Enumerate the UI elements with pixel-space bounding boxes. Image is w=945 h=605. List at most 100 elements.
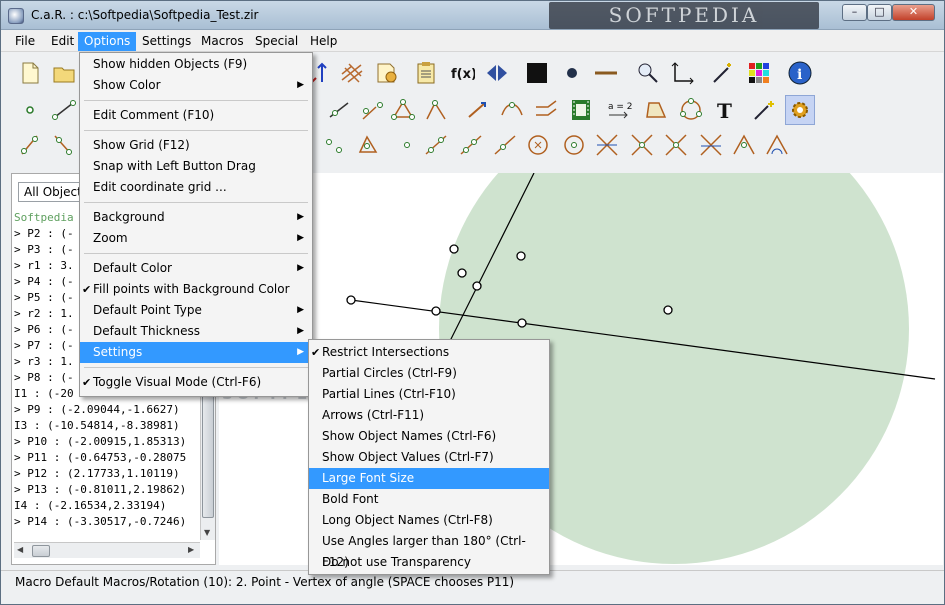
menu-item-show-color[interactable]: Show Color ▶ xyxy=(80,75,312,96)
circle-points-icon[interactable] xyxy=(676,95,706,125)
cross-lines-3-icon[interactable] xyxy=(661,130,691,160)
menu-item-settings[interactable]: Settings ▶ xyxy=(80,342,312,363)
parallel-icon[interactable] xyxy=(531,95,561,125)
menu-item-partial-lines-ctrl-f10[interactable]: Partial Lines (Ctrl-F10) xyxy=(309,384,549,405)
maximize-button[interactable]: □ xyxy=(867,4,892,21)
ray-points-icon[interactable] xyxy=(456,130,486,160)
points-line-icon[interactable] xyxy=(358,95,388,125)
film-icon[interactable] xyxy=(566,95,596,125)
svg-text:a = 2: a = 2 xyxy=(608,102,632,112)
object-list-item[interactable]: > P14 : (-3.30517,-0.7246) xyxy=(14,514,200,530)
flip-icon[interactable] xyxy=(482,58,512,88)
hidden-point-icon[interactable] xyxy=(319,130,349,160)
cross-lines-4-icon[interactable] xyxy=(696,130,726,160)
curve-icon[interactable] xyxy=(497,95,527,125)
scroll-right-icon[interactable]: ▶ xyxy=(188,545,194,554)
menu-item-default-point-type[interactable]: Default Point Type ▶ xyxy=(80,300,312,321)
object-list-item[interactable]: I4 : (-2.16534,2.33194) xyxy=(14,498,200,514)
export-icon[interactable] xyxy=(372,58,402,88)
menu-item-partial-circles-ctrl-f9[interactable]: Partial Circles (Ctrl-F9) xyxy=(309,363,549,384)
triangle-points-icon[interactable] xyxy=(353,130,383,160)
menu-item-zoom[interactable]: Zoom ▶ xyxy=(80,228,312,249)
menu-item-bold-font[interactable]: Bold Font xyxy=(309,489,549,510)
object-list-item[interactable]: > P9 : (-2.09044,-1.6627) xyxy=(14,402,200,418)
menu-item-long-object-names-ctrl-f8[interactable]: Long Object Names (Ctrl-F8) xyxy=(309,510,549,531)
minimize-button[interactable]: – xyxy=(842,4,867,21)
cross-lines-icon[interactable] xyxy=(592,130,622,160)
text-icon[interactable]: T xyxy=(710,95,740,125)
object-list-item[interactable]: I3 : (-10.54814,-8.38981) xyxy=(14,418,200,434)
line-points-icon[interactable] xyxy=(421,130,451,160)
wedge-icon[interactable] xyxy=(421,95,451,125)
menu-item-use-angles-larger-than-180-ctrl-f12[interactable]: Use Angles larger than 180° (Ctrl-F12) xyxy=(309,531,549,569)
quadrilateral-icon[interactable] xyxy=(641,95,671,125)
scroll-left-icon[interactable]: ◀ xyxy=(17,545,23,554)
menu-item-fill-points-with-background-color[interactable]: ✔ Fill points with Background Color xyxy=(80,279,312,300)
wand-icon[interactable] xyxy=(708,58,738,88)
menu-item-show-hidden-objects-f9[interactable]: Show hidden Objects (F9) xyxy=(80,54,312,75)
menu-help[interactable]: Help xyxy=(304,32,343,51)
midpoint-icon[interactable] xyxy=(15,130,45,160)
angle-bisector-icon[interactable] xyxy=(729,130,759,160)
circle-center-2-icon[interactable] xyxy=(559,130,589,160)
angle-mark-icon[interactable] xyxy=(762,130,792,160)
point-style-icon[interactable] xyxy=(557,58,587,88)
line-style-icon[interactable] xyxy=(591,58,621,88)
menu-item-default-thickness[interactable]: Default Thickness ▶ xyxy=(80,321,312,342)
color-palette-icon[interactable] xyxy=(744,58,774,88)
axes-icon[interactable] xyxy=(667,58,697,88)
object-list-item[interactable]: > P13 : (-0.81011,2.19862) xyxy=(14,482,200,498)
vertical-scroll-thumb[interactable] xyxy=(202,394,214,518)
app-icon xyxy=(8,8,24,24)
menu-macros[interactable]: Macros xyxy=(195,32,250,51)
menu-item-show-object-names-ctrl-f6[interactable]: Show Object Names (Ctrl-F6) xyxy=(309,426,549,447)
menu-special[interactable]: Special xyxy=(249,32,304,51)
magic-wand-icon[interactable] xyxy=(749,95,779,125)
ray-icon[interactable] xyxy=(463,95,493,125)
menu-file[interactable]: File xyxy=(9,32,41,51)
angle-tool-icon[interactable] xyxy=(388,95,418,125)
menu-item-toggle-visual-mode-ctrl-f6[interactable]: ✔ Toggle Visual Mode (Ctrl-F6) xyxy=(80,372,312,393)
black-square-icon[interactable] xyxy=(522,58,552,88)
menu-item-arrows-ctrl-f11[interactable]: Arrows (Ctrl-F11) xyxy=(309,405,549,426)
open-folder-icon[interactable] xyxy=(49,58,79,88)
menu-item-show-grid-f12[interactable]: Show Grid (F12) xyxy=(80,135,312,156)
line-segment-icon[interactable] xyxy=(49,95,79,125)
menu-item-snap-with-left-button-drag[interactable]: Snap with Left Button Drag xyxy=(80,156,312,177)
scroll-down-icon[interactable]: ▼ xyxy=(204,528,210,537)
segment-points-icon[interactable] xyxy=(490,130,520,160)
clipboard-icon[interactable] xyxy=(411,58,441,88)
horizontal-scroll-thumb[interactable] xyxy=(32,545,50,557)
menu-item-background[interactable]: Background ▶ xyxy=(80,207,312,228)
object-list-item[interactable]: > P11 : (-0.64753,-0.28075 xyxy=(14,450,200,466)
point-on-line-icon[interactable] xyxy=(392,130,422,160)
cross-lines-2-icon[interactable] xyxy=(627,130,657,160)
grid-lines-icon[interactable] xyxy=(337,58,367,88)
menu-item-label: Snap with Left Button Drag xyxy=(93,159,256,173)
menu-edit[interactable]: Edit xyxy=(45,32,80,51)
horizontal-scrollbar[interactable]: ◀ ▶ xyxy=(14,542,200,558)
gear-icon[interactable] xyxy=(785,95,815,125)
menu-settings[interactable]: Settings xyxy=(136,32,197,51)
equation-icon[interactable]: a = 2 xyxy=(604,95,634,125)
menu-options[interactable]: Options xyxy=(78,32,137,51)
hidden-tool-icon[interactable] xyxy=(324,95,354,125)
zoom-move-icon[interactable] xyxy=(633,58,663,88)
menu-item-do-not-use-transparency[interactable]: Do not use Transparency xyxy=(309,552,549,573)
reflect-icon[interactable] xyxy=(49,130,79,160)
function-icon[interactable]: f(x) xyxy=(447,58,477,88)
new-file-icon[interactable] xyxy=(15,58,45,88)
menu-item-show-object-values-ctrl-f7[interactable]: Show Object Values (Ctrl-F7) xyxy=(309,447,549,468)
object-list-item[interactable]: > P10 : (-2.00915,1.85313) xyxy=(14,434,200,450)
menu-item-edit-comment-f10[interactable]: Edit Comment (F10) xyxy=(80,105,312,126)
object-list-item[interactable]: > P12 : (2.17733,1.10119) xyxy=(14,466,200,482)
menu-item-restrict-intersections[interactable]: ✔ Restrict Intersections xyxy=(309,342,549,363)
menu-item-default-color[interactable]: Default Color ▶ xyxy=(80,258,312,279)
info-icon[interactable]: i xyxy=(785,58,815,88)
point-icon[interactable] xyxy=(15,95,45,125)
menu-item-large-font-size[interactable]: Large Font Size xyxy=(309,468,549,489)
close-button[interactable]: ✕ xyxy=(892,4,935,21)
submenu-arrow-icon: ▶ xyxy=(297,347,304,357)
menu-item-edit-coordinate-grid[interactable]: Edit coordinate grid ... xyxy=(80,177,312,198)
circle-center-icon[interactable] xyxy=(523,130,553,160)
